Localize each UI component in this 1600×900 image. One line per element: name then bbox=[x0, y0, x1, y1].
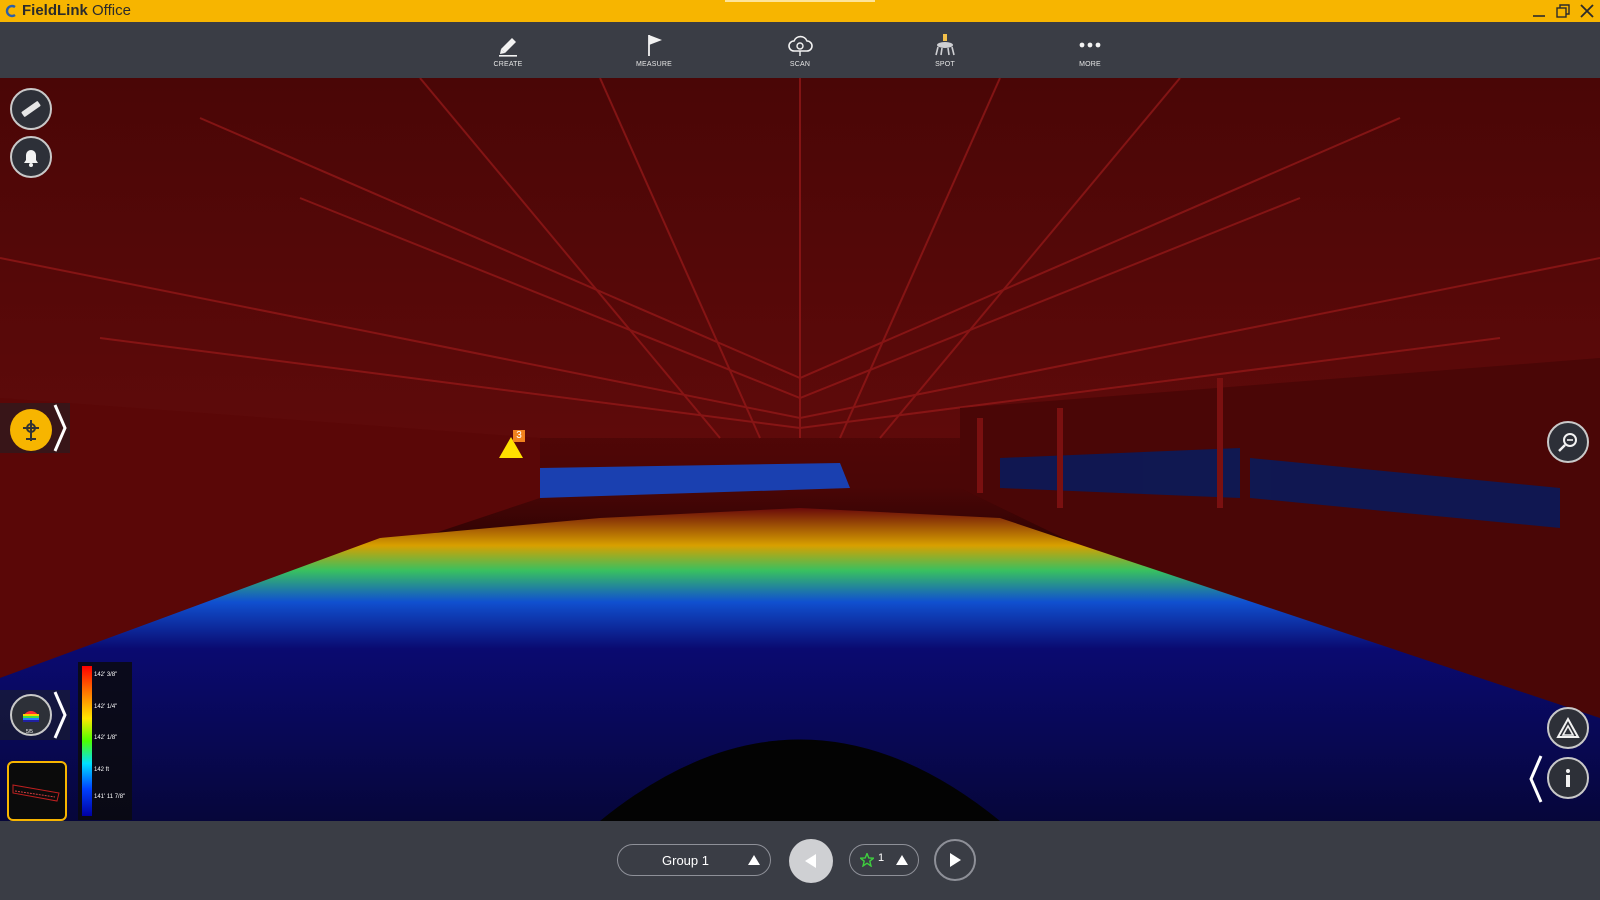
measure-button[interactable]: MEASURE bbox=[614, 22, 694, 78]
legend-label: 142 ft bbox=[94, 767, 110, 773]
legend-label: 141' 11 7/8" bbox=[94, 794, 126, 800]
bottom-navigation-bar: Group 1 1 bbox=[0, 821, 1600, 900]
issue-count-badge: 3 bbox=[513, 430, 525, 442]
more-button[interactable]: MORE bbox=[1050, 22, 1130, 78]
legend-label: 142' 1/8" bbox=[94, 735, 118, 741]
notifications-button[interactable] bbox=[10, 136, 52, 178]
elevation-legend: 142' 3/8" 142' 1/4" 142' 1/8" 142 ft 141… bbox=[78, 662, 132, 820]
minimap-thumbnail[interactable] bbox=[7, 761, 67, 821]
create-label: CREATE bbox=[493, 61, 523, 68]
next-scan-button[interactable] bbox=[934, 839, 976, 881]
app-title-bold: FieldLink bbox=[22, 2, 88, 19]
minimap-preview bbox=[12, 784, 60, 802]
color-scale-count: 5/5 bbox=[26, 729, 33, 735]
group-selector[interactable]: Group 1 bbox=[617, 844, 771, 876]
point-cloud-scene bbox=[0, 78, 1600, 821]
title-center-indicator bbox=[725, 0, 875, 2]
triangle-icon bbox=[1556, 716, 1580, 738]
scan-label: SCAN bbox=[789, 61, 811, 68]
maximize-button[interactable] bbox=[1554, 2, 1572, 20]
previous-scan-button[interactable] bbox=[789, 839, 833, 883]
legend-color-bar bbox=[82, 666, 92, 816]
play-right-icon bbox=[950, 853, 961, 867]
flag-icon bbox=[648, 35, 662, 56]
measure-tool-button[interactable] bbox=[10, 88, 52, 130]
app-title-light: Office bbox=[87, 2, 131, 19]
favorite-selector[interactable]: 1 bbox=[849, 844, 919, 876]
issue-warning-marker[interactable]: 3 bbox=[498, 430, 532, 460]
caret-up-icon bbox=[896, 855, 908, 865]
close-button[interactable] bbox=[1578, 2, 1596, 20]
play-left-icon bbox=[805, 854, 816, 868]
expand-color-panel-chevron-icon[interactable] bbox=[52, 690, 68, 740]
pencil-icon bbox=[499, 38, 517, 57]
fieldlink-logo-icon bbox=[5, 4, 16, 18]
spot-robot-icon bbox=[935, 34, 955, 56]
minimize-icon bbox=[1533, 15, 1545, 17]
view-mode-button[interactable] bbox=[1547, 707, 1589, 749]
minimize-button[interactable] bbox=[1530, 2, 1548, 20]
more-label: MORE bbox=[1079, 61, 1101, 68]
close-icon bbox=[1580, 4, 1594, 18]
scan-position-button[interactable] bbox=[10, 409, 52, 451]
info-button[interactable] bbox=[1547, 757, 1589, 799]
app-title: FieldLink Office bbox=[22, 0, 131, 22]
collapse-info-panel-chevron-icon[interactable] bbox=[1528, 754, 1544, 804]
ruler-icon bbox=[21, 101, 41, 117]
spot-label: SPOT bbox=[935, 61, 955, 68]
spot-button[interactable]: SPOT bbox=[905, 22, 985, 78]
create-button[interactable]: CREATE bbox=[468, 22, 548, 78]
cloud-scan-icon bbox=[788, 35, 813, 56]
point-cloud-viewport[interactable]: 5/5 142' 3/8" 142' 1/4" 142' 1/8" 142 ft… bbox=[0, 78, 1600, 821]
zoom-icon bbox=[1558, 433, 1577, 452]
zoom-button[interactable] bbox=[1547, 421, 1589, 463]
expand-scan-panel-chevron-icon[interactable] bbox=[52, 403, 68, 453]
color-scale-icon bbox=[23, 711, 39, 722]
title-bar: FieldLink Office bbox=[0, 0, 1600, 22]
star-icon bbox=[860, 853, 874, 867]
measure-label: MEASURE bbox=[635, 61, 673, 68]
info-icon bbox=[1566, 769, 1570, 787]
caret-up-icon bbox=[748, 855, 760, 865]
group-selector-value: Group 1 bbox=[662, 852, 709, 868]
legend-label: 142' 1/4" bbox=[94, 704, 118, 710]
scan-button[interactable]: SCAN bbox=[760, 22, 840, 78]
maximize-icon bbox=[1556, 4, 1570, 18]
bell-icon bbox=[24, 150, 38, 167]
main-toolbar: CREATE MEASURE SCAN SPOT MORE bbox=[0, 22, 1600, 78]
favorite-count: 1 bbox=[878, 852, 885, 864]
legend-label: 142' 3/8" bbox=[94, 672, 118, 678]
window-controls bbox=[1530, 0, 1596, 22]
more-dots-icon bbox=[1079, 42, 1101, 48]
scan-position-icon bbox=[23, 420, 39, 441]
